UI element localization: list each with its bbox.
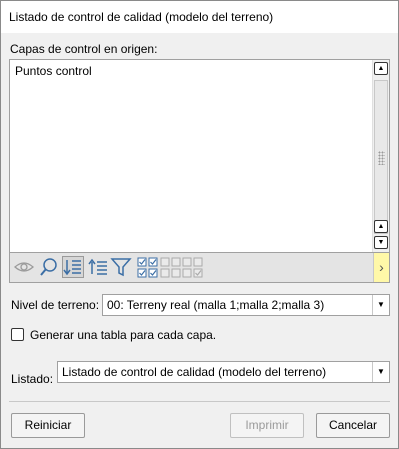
window-title: Listado de control de calidad (modelo de…: [9, 10, 274, 24]
grip-icon: [378, 151, 385, 165]
list-toolbar: ›: [9, 253, 390, 283]
title-bar[interactable]: Listado de control de calidad (modelo de…: [1, 1, 398, 33]
divider: [9, 401, 390, 402]
chevron-down-icon[interactable]: ▼: [372, 362, 389, 382]
source-layers-list[interactable]: Puntos control ▲ ▲ ▼: [9, 59, 390, 253]
listing-select[interactable]: Listado de control de calidad (modelo de…: [57, 361, 390, 383]
terrain-level-label: Nivel de terreno:: [11, 298, 100, 312]
terrain-level-value: 00: Terreny real (malla 1;malla 2;malla …: [107, 298, 325, 312]
scroll-thumb[interactable]: [374, 80, 388, 234]
listing-value: Listado de control de calidad (modelo de…: [62, 365, 327, 379]
dialog-window: Listado de control de calidad (modelo de…: [0, 0, 399, 449]
print-button[interactable]: Imprimir: [230, 413, 304, 438]
sort-ascending-icon[interactable]: [87, 256, 109, 278]
per-layer-table-checkbox[interactable]: [11, 328, 24, 341]
filter-icon[interactable]: [110, 256, 132, 278]
chevron-down-icon[interactable]: ▼: [372, 295, 389, 315]
zoom-icon[interactable]: [38, 256, 60, 278]
scroll-top-button[interactable]: ▲: [374, 62, 388, 75]
eye-icon[interactable]: [13, 256, 35, 278]
cancel-button[interactable]: Cancelar: [316, 413, 390, 438]
next-arrow-icon[interactable]: ›: [373, 253, 389, 282]
uncheck-all-icon[interactable]: [160, 256, 206, 278]
listing-label: Listado:: [11, 372, 54, 386]
terrain-level-select[interactable]: 00: Terreny real (malla 1;malla 2;malla …: [102, 294, 390, 316]
sort-descending-icon[interactable]: [62, 256, 84, 278]
source-layers-label: Capas de control en origen:: [10, 42, 158, 56]
scroll-down-button[interactable]: ▼: [374, 236, 388, 249]
list-item[interactable]: Puntos control: [15, 64, 92, 78]
per-layer-table-label[interactable]: Generar una tabla para cada capa.: [30, 328, 216, 342]
scroll-up-button[interactable]: ▲: [374, 220, 388, 233]
vertical-scrollbar[interactable]: ▲ ▲ ▼: [372, 60, 389, 252]
check-all-icon[interactable]: [137, 256, 159, 278]
reset-button[interactable]: Reiniciar: [11, 413, 85, 438]
